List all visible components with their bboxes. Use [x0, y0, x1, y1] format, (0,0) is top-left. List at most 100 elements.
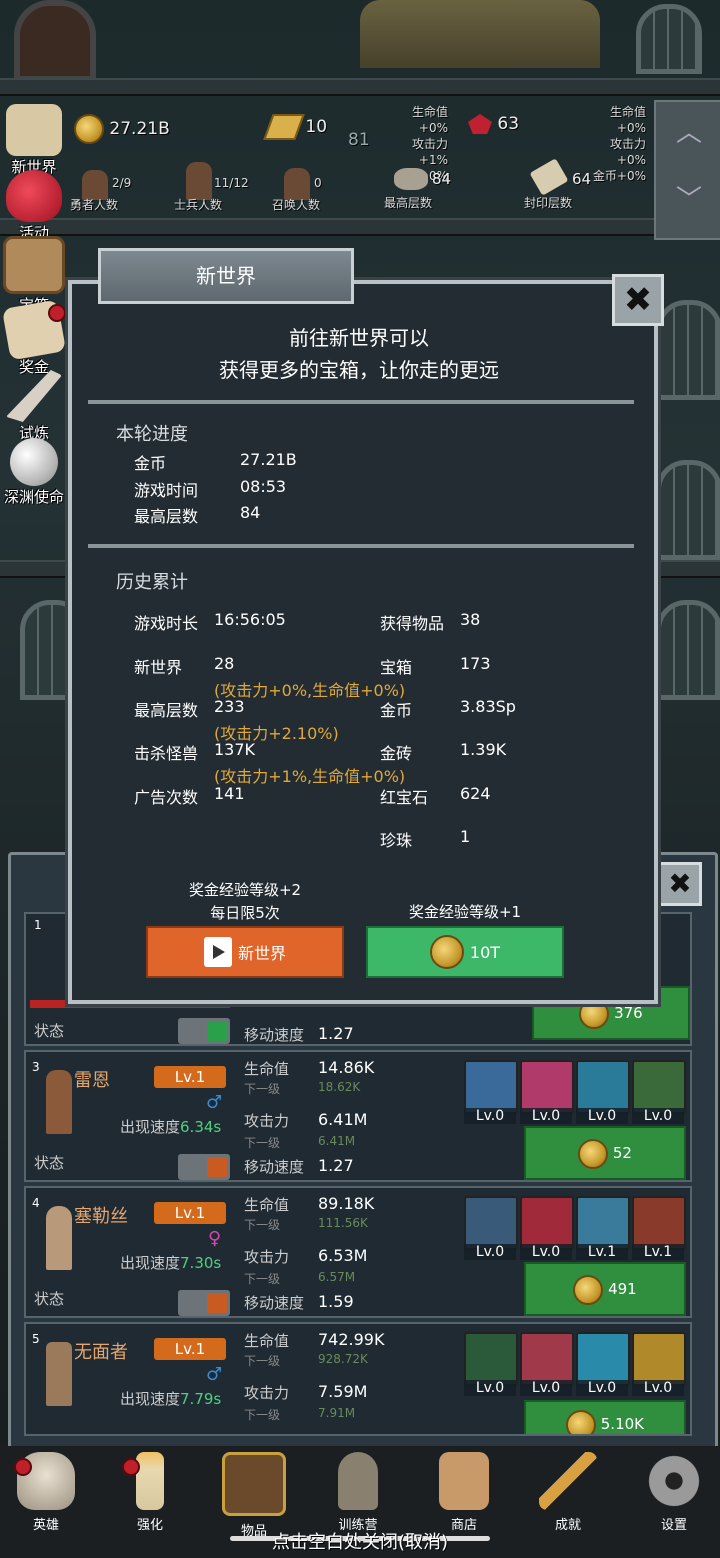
nav-training[interactable]: 训练营: [318, 1452, 398, 1533]
skill-level: Lv.0: [632, 1380, 684, 1396]
notification-dot: [48, 304, 66, 322]
atk-value: 7.59M: [318, 1382, 368, 1401]
close-hint: 点击空白处关闭(取消): [271, 1532, 449, 1553]
state-toggle[interactable]: [178, 1290, 230, 1316]
atk-label: 攻击力: [244, 1112, 290, 1130]
hp-next-label: 下一级: [244, 1082, 281, 1096]
hp-value: 14.86K: [318, 1058, 375, 1077]
helmet-skill-icon[interactable]: [632, 1332, 686, 1386]
stat-value: 1.39K: [460, 740, 507, 759]
stat-value: 141: [214, 784, 245, 803]
stone-icon: [394, 168, 428, 190]
summon-count: 0: [314, 176, 322, 190]
atk-next-label: 下一级: [244, 1136, 281, 1150]
new-world-gold-button[interactable]: 10T: [366, 926, 564, 978]
upgrade-button[interactable]: 491: [524, 1262, 686, 1316]
left-menu-abyss[interactable]: 深渊使命: [2, 438, 66, 507]
state-toggle[interactable]: [178, 1018, 230, 1044]
stat-value: 624: [460, 784, 491, 803]
nav-settings[interactable]: 设置: [634, 1452, 714, 1533]
dialog-intro: 前往新世界可以: [289, 326, 429, 350]
hp-next-value: 18.62K: [318, 1080, 361, 1094]
legs-skill-icon[interactable]: [576, 1196, 630, 1250]
stat-label: 金币: [380, 701, 413, 720]
hp-next-label: 下一级: [244, 1354, 281, 1368]
stat-label: 最高层数: [134, 701, 199, 720]
skill-level: Lv.0: [520, 1380, 572, 1396]
stat-value: 84: [240, 503, 261, 522]
stat-label: 珍珠: [380, 831, 413, 850]
nav-shop[interactable]: 商店: [424, 1452, 504, 1533]
hero-name: 无面者: [74, 1342, 128, 1363]
state-toggle[interactable]: [178, 1154, 230, 1180]
window-decor: [656, 600, 720, 700]
serpent-skill-icon[interactable]: [632, 1060, 686, 1114]
nav-items[interactable]: 物品: [214, 1452, 294, 1539]
hp-label: 生命值: [244, 1196, 290, 1214]
stat-label: 广告次数: [134, 788, 199, 807]
panel-close-icon[interactable]: ✖: [658, 862, 702, 906]
chest-icon: [3, 236, 65, 294]
upgrade-button[interactable]: 52: [524, 1126, 686, 1180]
arrow-down-icon[interactable]: ﹀: [656, 179, 720, 216]
mug-icon: [439, 1452, 489, 1510]
heroes-count: 2/9: [112, 176, 132, 190]
coin-icon: [573, 1274, 604, 1305]
skill-level: Lv.0: [520, 1244, 572, 1260]
arrow-up-icon[interactable]: ︿: [656, 112, 720, 149]
skill-level: Lv.1: [632, 1244, 684, 1260]
hp-next-label: 下一级: [244, 1218, 281, 1232]
blade-skill-icon[interactable]: [520, 1332, 574, 1386]
blade-skill-icon[interactable]: [520, 1060, 574, 1114]
hero-level: Lv.1: [154, 1202, 226, 1224]
window-decor: [656, 460, 720, 560]
row-index: 5: [32, 1332, 40, 1346]
stat-value: 3.83Sp: [460, 697, 516, 716]
skill-level: Lv.0: [576, 1380, 628, 1396]
left-menu-trial[interactable]: 试炼: [2, 370, 66, 443]
boot-skill-icon[interactable]: [576, 1332, 630, 1386]
seal-value: 64: [572, 170, 592, 188]
move-speed-label: 移动速度: [244, 1294, 305, 1312]
gold-bar-stat: 10: [263, 114, 327, 140]
gold-bar-icon: [263, 114, 305, 140]
dialog-intro: 获得更多的宝箱，让你走的更远: [219, 358, 499, 382]
ruby-icon: [468, 114, 492, 134]
female-icon: ♀: [208, 1228, 222, 1249]
pearl-icon: [10, 438, 58, 486]
beast-skill-icon[interactable]: [520, 1196, 574, 1250]
sword-skill-icon[interactable]: [464, 1060, 518, 1114]
state-label: 状态: [34, 1154, 65, 1172]
notification-dot: [14, 1458, 32, 1476]
appear-speed: 出现速度7.30s: [120, 1254, 222, 1272]
gold-stat: 27.21B: [74, 114, 170, 144]
state-label: 状态: [34, 1022, 65, 1040]
close-icon[interactable]: ✖: [612, 274, 664, 326]
new-world-ad-button[interactable]: 新世界: [146, 926, 344, 978]
max-floor-label: 最高层数: [384, 196, 433, 210]
upgrade-button[interactable]: 5.10K: [524, 1400, 686, 1434]
boot-skill-icon[interactable]: [576, 1060, 630, 1114]
hero-row: 4 塞勒丝 Lv.1 ♀ 出现速度7.30s 状态 生命值 89.18K 下一级…: [24, 1186, 692, 1318]
hero-name: 雷恩: [74, 1070, 110, 1091]
gear-icon: [645, 1452, 703, 1510]
left-menu-new-world[interactable]: 新世界: [2, 104, 66, 177]
book-icon: [222, 1452, 286, 1516]
sword-skill-icon[interactable]: [464, 1332, 518, 1386]
hp-value: 742.99K: [318, 1330, 385, 1349]
feather-icon: [6, 370, 62, 422]
nav-achievements[interactable]: 成就: [528, 1452, 608, 1533]
atk-label: 攻击力: [244, 1248, 290, 1266]
left-menu-events[interactable]: 活动: [2, 170, 66, 243]
shield-skill-icon[interactable]: [464, 1196, 518, 1250]
stat-value: 16:56:05: [214, 610, 286, 629]
stat-value: 233: [214, 697, 245, 716]
lantern-icon: [338, 1452, 378, 1510]
skill-level: Lv.0: [632, 1108, 684, 1124]
stat-label: 金币: [134, 454, 167, 473]
skill-level: Lv.0: [576, 1108, 628, 1124]
knights-sprite: [360, 0, 600, 68]
floor-number: 81: [348, 130, 370, 150]
hp-next-value: 111.56K: [318, 1216, 368, 1230]
fire-skill-icon[interactable]: [632, 1196, 686, 1250]
